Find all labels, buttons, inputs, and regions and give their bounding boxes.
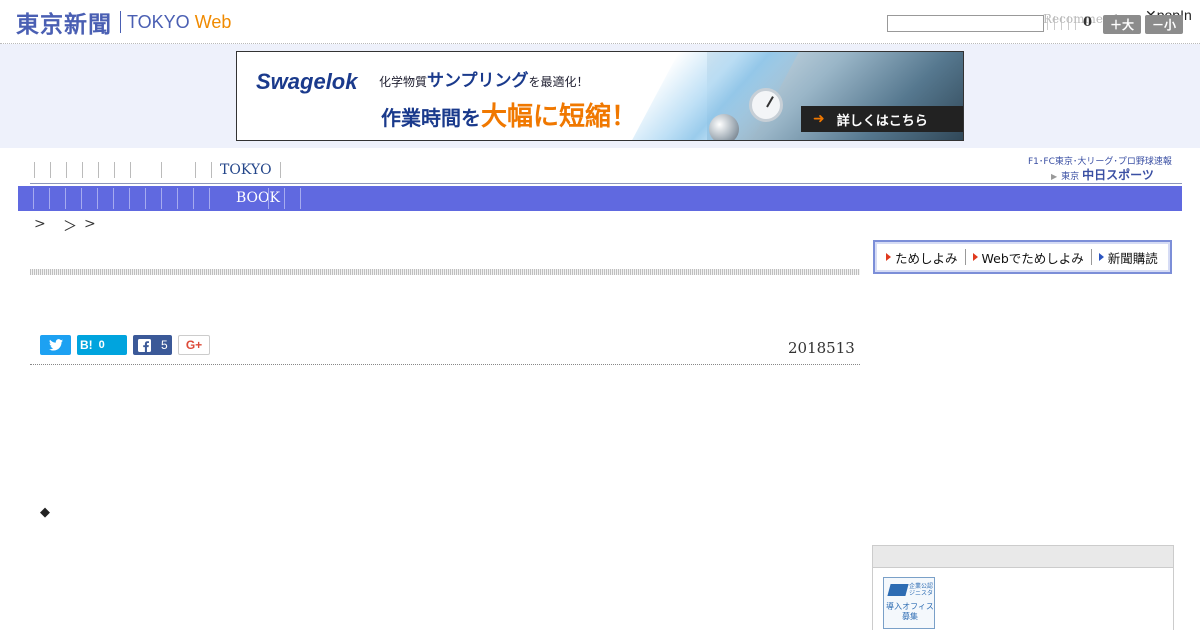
breadcrumb-separator: > [84,216,96,232]
nav-item[interactable] [66,162,67,178]
ad-line2-emphasis: 大幅に短縮！ [481,102,638,132]
trial-read-link[interactable]: ためしよみ [886,248,958,267]
nav-item-tokyo[interactable]: TOKYO [220,162,272,178]
primary-nav: TOKYO [34,160,296,180]
logo-japanese: 東京新聞 [16,12,112,38]
category-item[interactable] [193,188,194,209]
category-nav: BOOK [18,186,1182,211]
subscription-box: ためしよみ Webでためしよみ 新聞購読 [873,240,1172,274]
category-item[interactable] [209,188,210,209]
ad-brand: Swagelok [256,69,358,94]
nav-item[interactable] [161,162,162,178]
nav-item[interactable] [211,162,212,178]
category-item[interactable] [284,188,285,209]
gauge-icon [749,88,783,122]
badge-logo-icon [887,584,909,596]
font-size-small-button[interactable]: －小 [1145,15,1183,34]
nav-item[interactable] [130,162,131,178]
site-header: 東京新聞 TOKYO Web Recommend 0 ✕popIn ＋大 －小 [0,0,1200,44]
web-trial-read-link[interactable]: Webでためしよみ [972,248,1084,267]
ad-line1-emphasis: サンプリング [427,71,529,91]
google-plus-share-button[interactable]: G+ [178,335,210,355]
twitter-icon [48,339,63,351]
twitter-share-button[interactable] [40,335,71,355]
hatena-icon: B! [80,338,93,352]
triangle-icon [886,253,891,261]
office-recruit-badge[interactable]: 企業公認ジニスタ 導入オフィス募集 [883,577,935,629]
nav-item[interactable] [98,162,99,178]
subscribe-label: 新聞購読 [1107,250,1158,266]
play-icon: ▶ [1051,172,1058,181]
nav-item[interactable] [82,162,83,178]
category-item[interactable] [33,188,34,209]
category-item-book[interactable]: BOOK [236,190,280,206]
badge-top-text: 企業公認ジニスタ [909,583,934,597]
category-item[interactable] [145,188,146,209]
chunichi-small-label: 東京 [1061,172,1080,182]
category-item[interactable] [300,188,301,209]
ad-cta-button[interactable]: ➜ 詳しくはこちら [801,106,963,132]
breadcrumb-separator: > [34,216,46,232]
article-date: 2018513 [788,339,855,357]
category-item[interactable] [97,188,98,209]
badge-bottom-text: 導入オフィス募集 [886,602,934,621]
font-size-large-button[interactable]: ＋大 [1103,15,1141,34]
ad-line1-prefix: 化学物質 [379,75,428,89]
ad-headline-2: 作業時間を大幅に短縮！ [381,96,637,133]
site-logo[interactable]: 東京新聞 TOKYO Web [16,8,232,38]
chunichi-link[interactable]: ▶ 東京 中日スポーツ [1051,166,1154,183]
subscription-divider [1090,249,1092,265]
article-divider [30,364,860,365]
ad-cta-label: 詳しくはこちら [836,113,928,129]
nav-divider [30,183,1182,184]
advertisement-banner[interactable]: Swagelok 化学物質サンプリングを最適化！ 作業時間を大幅に短縮！ ➜ 詳… [236,51,964,141]
logo-english: TOKYO [127,11,190,32]
category-item[interactable] [49,188,50,209]
logo-web: Web [194,11,232,32]
category-item[interactable] [268,188,269,209]
sidebar-panel-header [873,546,1173,568]
article-title-rule [30,269,860,275]
hatena-bookmark-button[interactable]: B! 0 [77,335,127,355]
category-item[interactable] [65,188,66,209]
web-trial-read-label: Webでためしよみ [981,250,1084,266]
category-item[interactable] [177,188,178,209]
logo-divider [120,11,121,33]
nav-item[interactable] [279,162,281,178]
nav-item[interactable] [34,162,35,178]
chunichi-brand: 中日スポーツ [1082,168,1154,182]
ad-line1-suffix: を最適化！ [528,75,589,89]
ad-line2-prefix: 作業時間を [381,106,481,130]
category-item[interactable] [113,188,114,209]
ad-headline-1: 化学物質サンプリングを最適化！ [379,66,589,91]
category-item[interactable] [81,188,82,209]
facebook-share-button[interactable]: 5 [133,335,172,355]
diamond-bullet: ◆ [40,505,50,520]
sidebar-panel: 企業公認ジニスタ 導入オフィス募集 [872,545,1174,630]
facebook-count: 5 [161,338,168,352]
subscribe-link[interactable]: 新聞購読 [1098,248,1158,267]
arrow-right-icon: ➜ [813,111,825,127]
sphere-image [709,114,739,140]
category-item[interactable] [129,188,130,209]
nav-item[interactable] [195,162,196,178]
facebook-icon [138,338,151,352]
trial-read-label: ためしよみ [895,250,958,266]
breadcrumb-separator: ＞ [63,219,77,235]
hatena-count: 0 [98,339,105,351]
triangle-icon [972,253,978,261]
search-input[interactable] [887,15,1044,32]
nav-item[interactable] [50,162,51,178]
subscription-divider [964,249,966,265]
count-label: 0 [1083,15,1093,30]
category-item[interactable] [161,188,162,209]
nav-item[interactable] [114,162,115,178]
triangle-icon [1098,253,1104,261]
